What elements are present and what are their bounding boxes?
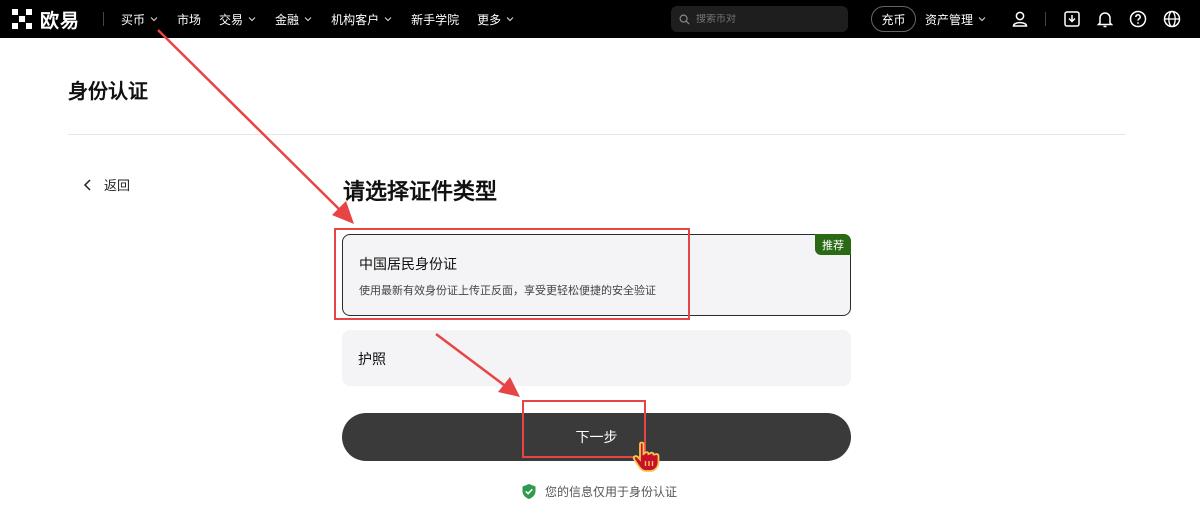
arrow-line — [157, 29, 343, 213]
annotation-arrows — [157, 29, 520, 397]
arrowhead — [498, 377, 520, 397]
arrow-line — [435, 333, 509, 389]
hand-pointer-cursor-icon — [632, 441, 660, 472]
